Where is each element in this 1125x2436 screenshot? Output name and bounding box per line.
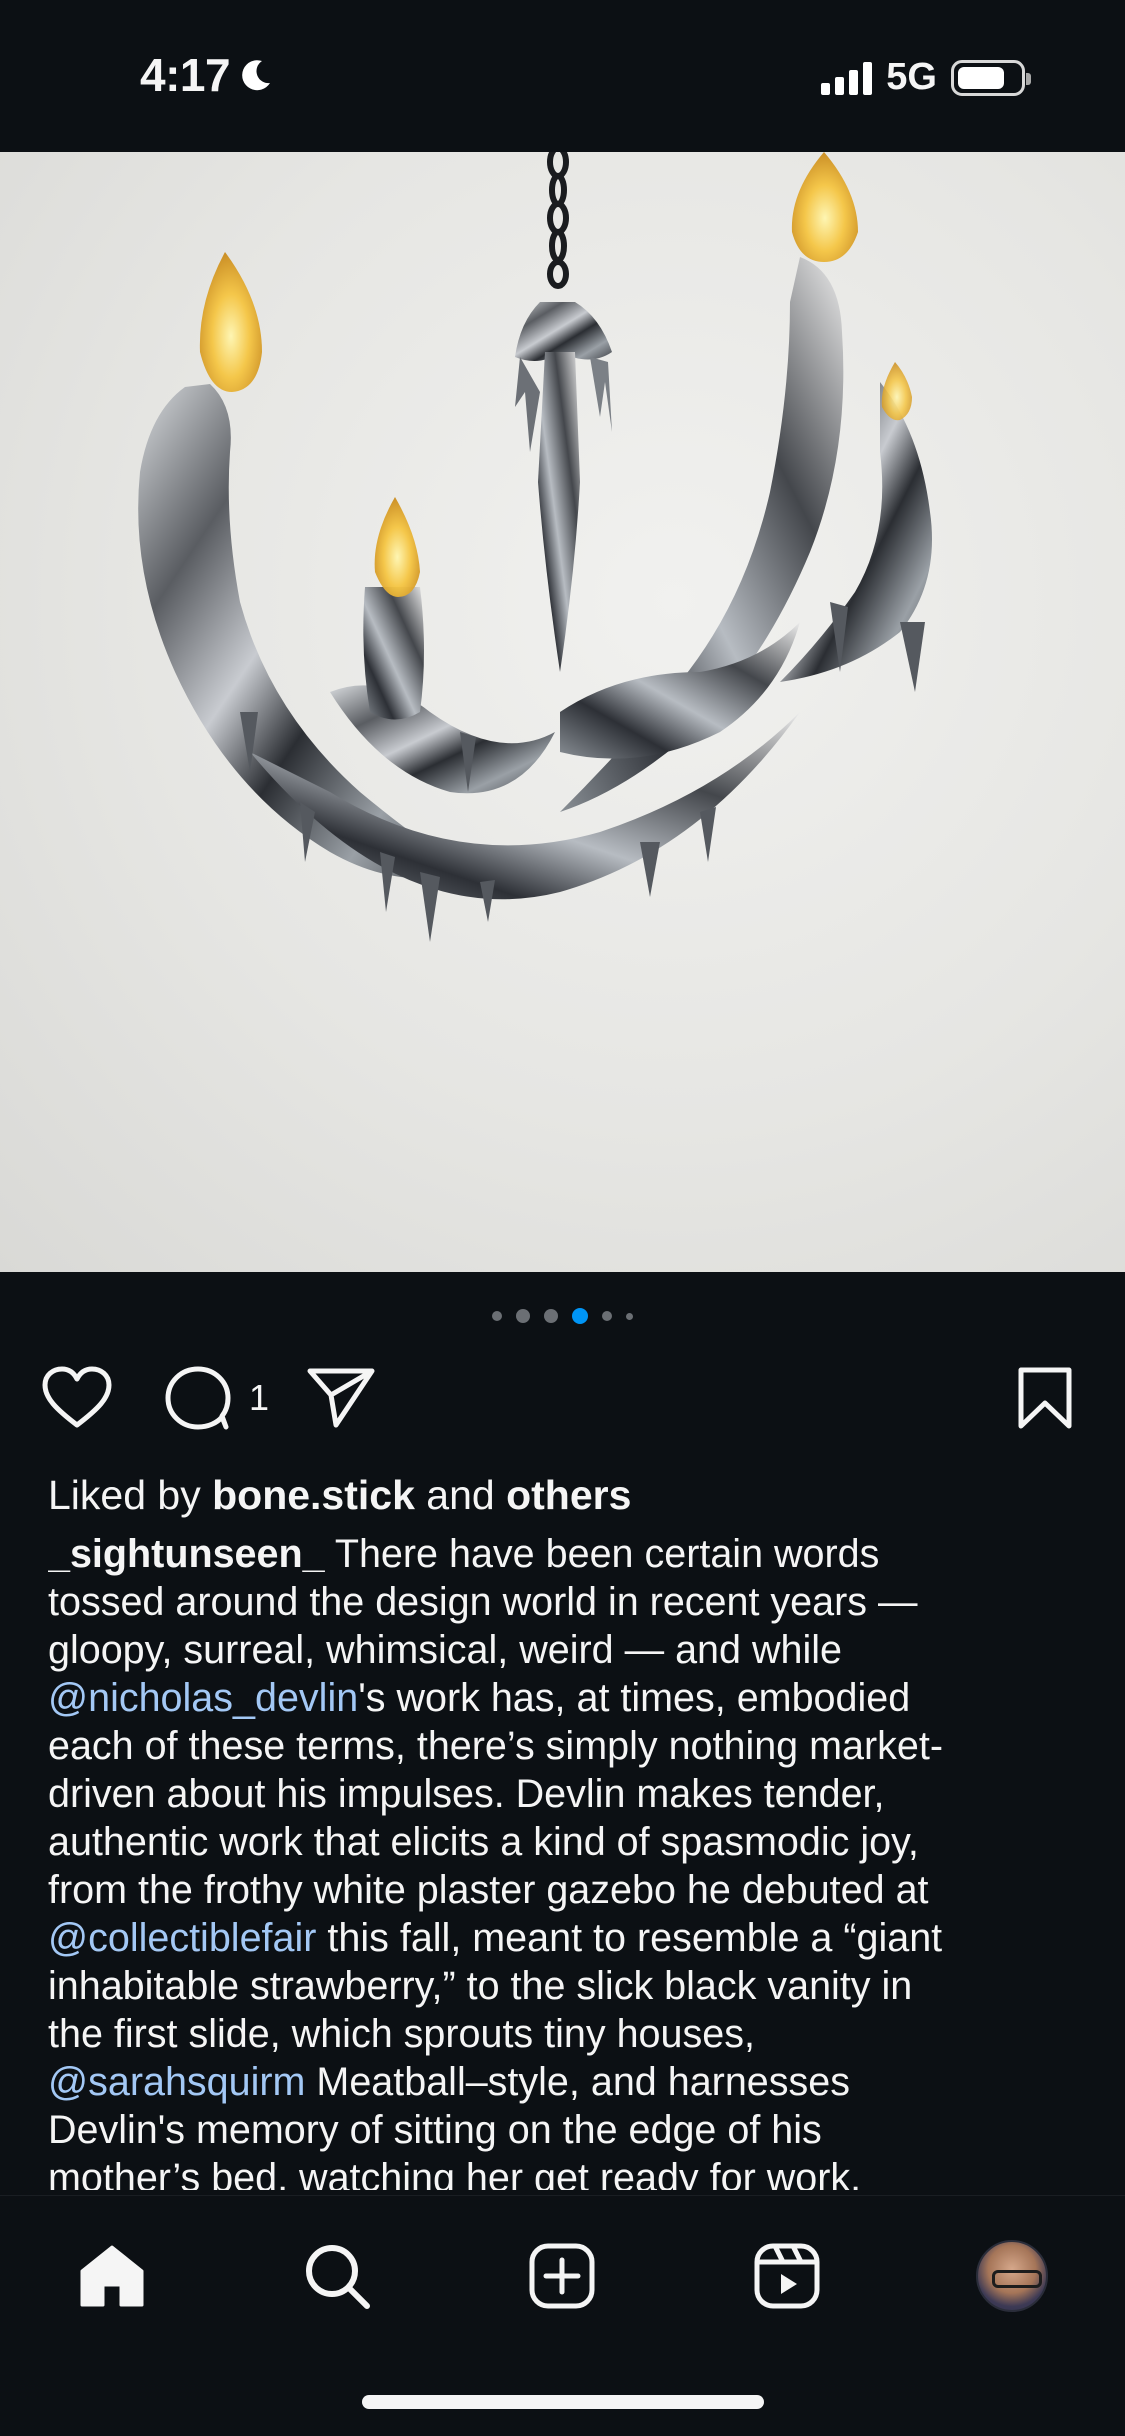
comment-icon [165, 1366, 231, 1430]
status-indicators: 5G [821, 56, 1031, 99]
post-actions: 1 [0, 1365, 1125, 1435]
post-image[interactable] [0, 152, 1125, 1272]
carousel-dot [492, 1311, 502, 1321]
profile-avatar [976, 2240, 1048, 2312]
carousel-dot [626, 1312, 633, 1320]
carousel-indicator[interactable] [0, 1308, 1125, 1324]
status-bar: 4:17 5G [0, 0, 1125, 152]
nav-profile[interactable] [972, 2236, 1052, 2316]
carousel-dot [544, 1309, 558, 1323]
carousel-dot-active [572, 1308, 588, 1324]
caption-username[interactable]: _sightunseen_ [48, 1532, 325, 1576]
home-icon [80, 2245, 144, 2307]
nav-search[interactable] [297, 2236, 377, 2316]
like-button[interactable] [40, 1365, 114, 1431]
moon-icon [242, 60, 271, 91]
caption-text: There have been certain words [324, 1532, 880, 1576]
caption-text: authentic work that elicits a kind of sp… [48, 1820, 919, 1864]
caption-text: Devlin's memory of sitting on the edge o… [48, 2108, 822, 2152]
nav-home[interactable] [72, 2236, 152, 2316]
caption-text: tossed around the design world in recent… [48, 1580, 918, 1624]
nav-create[interactable] [522, 2236, 602, 2316]
home-indicator[interactable] [362, 2395, 764, 2409]
save-button[interactable] [1016, 1365, 1074, 1431]
carousel-dot [516, 1309, 530, 1323]
caption-text: the first slide, which sprouts tiny hous… [48, 2012, 755, 2056]
chandelier-illustration [138, 152, 932, 942]
caption-text: driven about his impulses. Devlin makes … [48, 1772, 885, 1816]
likes-prefix: Liked by [48, 1472, 213, 1518]
caption-text: this fall, meant to resemble a “giant [316, 1916, 943, 1960]
caption-text: 's work has, at times, embodied [358, 1676, 911, 1720]
caption-text: gloopy, surreal, whimsical, weird — and … [48, 1628, 842, 1672]
mention-link[interactable]: @sarahsquirm [48, 2060, 305, 2104]
comment-count[interactable]: 1 [249, 1377, 269, 1419]
battery-icon [951, 59, 1031, 96]
likes-summary[interactable]: Liked by bone.stick and others [48, 1470, 631, 1520]
network-label: 5G [886, 56, 937, 98]
create-icon [529, 2243, 595, 2309]
liked-by-user[interactable]: bone.stick [212, 1472, 415, 1518]
heart-icon [42, 1366, 112, 1428]
search-icon [306, 2245, 370, 2309]
reels-icon [754, 2243, 820, 2309]
mention-link[interactable]: @collectiblefair [48, 1916, 316, 1960]
status-time: 4:17 [140, 48, 276, 102]
clock: 4:17 [140, 49, 231, 101]
likes-others[interactable]: others [506, 1472, 631, 1518]
caption-text: inhabitable strawberry,” to the slick bl… [48, 1964, 913, 2008]
comment-button[interactable] [163, 1365, 233, 1431]
post-caption: _sightunseen_ There have been certain wo… [48, 1530, 1088, 2190]
share-button[interactable] [306, 1365, 376, 1429]
likes-middle: and [414, 1472, 507, 1518]
nav-reels[interactable] [747, 2236, 827, 2316]
carousel-dot [602, 1311, 612, 1321]
signal-icon [821, 61, 873, 95]
caption-text: from the frothy white plaster gazebo he … [48, 1868, 929, 1912]
bookmark-icon [1018, 1367, 1072, 1429]
caption-text: mother’s bed, watching her get ready for… [48, 2156, 862, 2190]
send-icon [307, 1368, 375, 1428]
mention-link[interactable]: @nicholas_devlin [48, 1676, 358, 1720]
caption-text: Meatball–style, and harnesses [305, 2060, 850, 2104]
caption-text: each of these terms, there’s simply noth… [48, 1724, 943, 1768]
